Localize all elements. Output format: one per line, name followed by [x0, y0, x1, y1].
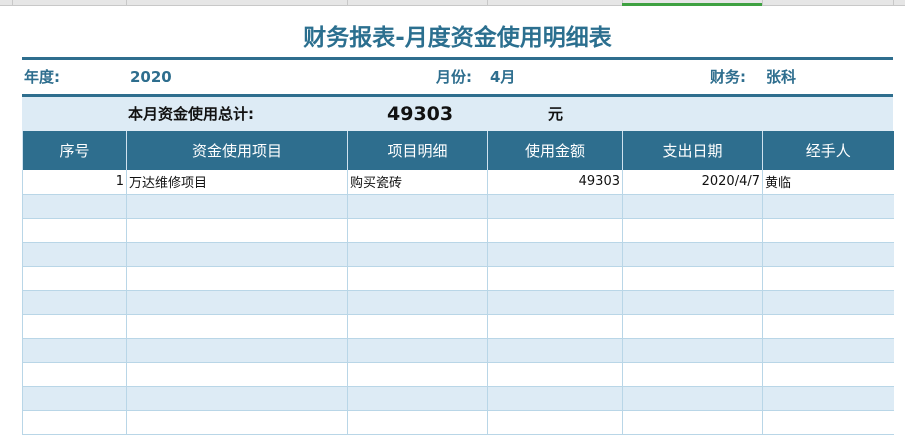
page-title: 财务报表-月度资金使用明细表 [303, 25, 612, 51]
table-cell[interactable] [347, 362, 488, 387]
table-cell[interactable] [347, 290, 488, 315]
table-cell[interactable] [762, 338, 894, 363]
table-row [22, 314, 894, 339]
table-cell[interactable] [126, 290, 348, 315]
column-header[interactable]: 资金使用项目 [126, 131, 348, 170]
table-cell[interactable] [487, 362, 623, 387]
table-cell[interactable] [126, 218, 348, 243]
table-cell[interactable] [487, 290, 623, 315]
table-cell[interactable]: 购买瓷砖 [347, 170, 488, 195]
table-cell[interactable] [347, 266, 488, 291]
table-cell[interactable] [762, 218, 894, 243]
table-cell[interactable] [622, 218, 763, 243]
table-cell[interactable] [762, 386, 894, 411]
selected-column-indicator [622, 3, 762, 6]
table-cell[interactable] [22, 314, 127, 339]
table-cell[interactable] [126, 242, 348, 267]
column-header[interactable]: 项目明细 [347, 131, 488, 170]
table-row [22, 362, 894, 387]
table-cell[interactable] [126, 338, 348, 363]
table-cell[interactable] [347, 314, 488, 339]
table-cell[interactable] [622, 194, 763, 219]
table-cell[interactable] [762, 266, 894, 291]
table-cell[interactable] [347, 218, 488, 243]
table-row [22, 194, 894, 219]
table-cell[interactable] [622, 242, 763, 267]
year-label: 年度: [24, 68, 60, 86]
table-cell[interactable]: 1 [22, 170, 127, 195]
table-cell[interactable] [487, 314, 623, 339]
total-value[interactable]: 49303 [387, 97, 453, 131]
table-cell[interactable] [622, 338, 763, 363]
table-cell[interactable]: 万达维修项目 [126, 170, 348, 195]
table-cell[interactable] [22, 194, 127, 219]
table-cell[interactable] [487, 218, 623, 243]
year-value[interactable]: 2020 [130, 60, 172, 94]
total-label: 本月资金使用总计: [128, 105, 254, 123]
table-row [22, 410, 894, 435]
table-cell[interactable] [22, 338, 127, 363]
table-cell[interactable] [126, 410, 348, 435]
table-cell[interactable] [487, 242, 623, 267]
finance-value[interactable]: 张科 [766, 60, 796, 94]
finance-label: 财务: [710, 68, 746, 86]
table-cell[interactable] [347, 194, 488, 219]
table-cell[interactable] [126, 362, 348, 387]
table-cell[interactable] [22, 290, 127, 315]
table-cell[interactable]: 黄临 [762, 170, 894, 195]
table-cell[interactable] [622, 410, 763, 435]
table-cell[interactable] [622, 362, 763, 387]
table-cell[interactable] [622, 290, 763, 315]
table-row [22, 242, 894, 267]
table-cell[interactable] [487, 338, 623, 363]
column-header[interactable]: 支出日期 [622, 131, 763, 170]
column-header[interactable]: 使用金额 [487, 131, 623, 170]
table-cell[interactable] [622, 386, 763, 411]
total-row: 本月资金使用总计: 49303 元 [22, 97, 893, 131]
table-row [22, 338, 894, 363]
table-row: 1 万达维修项目 购买瓷砖 49303 2020/4/7 黄临 [22, 170, 894, 195]
table-row [22, 290, 894, 315]
table-cell[interactable] [22, 218, 127, 243]
column-header-strip [0, 0, 905, 6]
table-cell[interactable]: 49303 [487, 170, 623, 195]
table-cell[interactable] [762, 290, 894, 315]
table-row [22, 266, 894, 291]
table-cell[interactable] [762, 194, 894, 219]
table-row [22, 386, 894, 411]
table-cell[interactable] [347, 242, 488, 267]
table-cell[interactable] [622, 314, 763, 339]
table-cell[interactable] [347, 410, 488, 435]
table-cell[interactable] [487, 194, 623, 219]
table-cell[interactable] [762, 242, 894, 267]
table-row [22, 218, 894, 243]
table-cell[interactable] [762, 314, 894, 339]
column-header[interactable]: 序号 [22, 131, 127, 170]
column-header[interactable]: 经手人 [762, 131, 894, 170]
table-cell[interactable] [22, 242, 127, 267]
table-cell[interactable] [762, 362, 894, 387]
total-unit: 元 [548, 105, 564, 123]
table-cell[interactable] [22, 362, 127, 387]
month-label: 月份: [436, 68, 472, 86]
table-cell[interactable] [22, 386, 127, 411]
table-cell[interactable] [347, 338, 488, 363]
month-value[interactable]: 4月 [490, 60, 515, 94]
table-cell[interactable] [487, 410, 623, 435]
table-cell[interactable] [622, 266, 763, 291]
table-cell[interactable] [126, 314, 348, 339]
table-cell[interactable] [22, 410, 127, 435]
table-cell[interactable]: 2020/4/7 [622, 170, 763, 195]
table-cell[interactable] [487, 266, 623, 291]
table-cell[interactable] [347, 386, 488, 411]
table-cell[interactable] [126, 194, 348, 219]
table-cell[interactable] [126, 266, 348, 291]
table-cell[interactable] [126, 386, 348, 411]
table-cell[interactable] [762, 410, 894, 435]
detail-table: 序号 资金使用项目 项目明细 使用金额 支出日期 经手人 1 万达维修项目 购买瓷砖 49303… [22, 131, 894, 435]
table-cell[interactable] [487, 386, 623, 411]
table-cell[interactable] [22, 266, 127, 291]
